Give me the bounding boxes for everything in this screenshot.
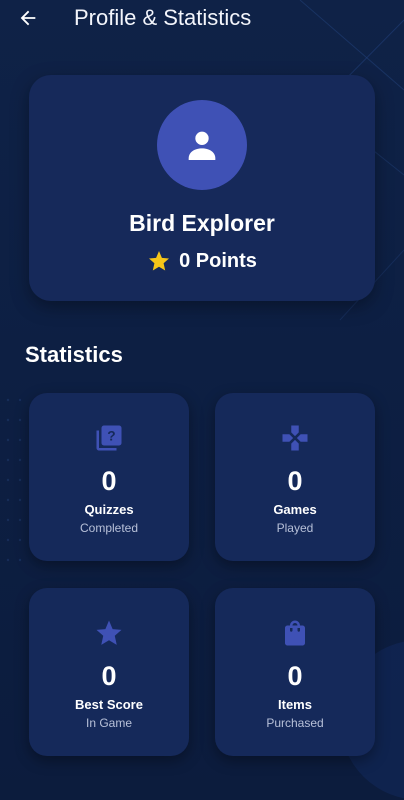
statistics-heading: Statistics xyxy=(25,342,123,367)
page-title: Profile & Statistics xyxy=(74,5,252,30)
arrow-left-icon xyxy=(20,10,36,26)
stat-card-items: 0 Items Purchased xyxy=(215,588,375,756)
stat-label: Quizzes xyxy=(84,502,134,517)
stat-value: 0 xyxy=(287,466,303,496)
app-header: Profile & Statistics xyxy=(0,0,404,36)
svg-text:?: ? xyxy=(107,429,115,444)
stat-card-quizzes: ? 0 Quizzes Completed xyxy=(29,393,189,561)
profile-name: Bird Explorer xyxy=(129,210,275,236)
stat-value: 0 xyxy=(101,466,117,496)
avatar xyxy=(157,100,247,190)
profile-card: Bird Explorer 0 Points xyxy=(29,75,375,301)
gamepad-icon xyxy=(282,425,308,451)
stat-sublabel: Played xyxy=(276,521,314,535)
star-icon xyxy=(96,620,122,645)
stat-label: Best Score xyxy=(75,697,143,712)
stat-card-games: 0 Games Played xyxy=(215,393,375,561)
stat-sublabel: Completed xyxy=(79,521,139,535)
stat-value: 0 xyxy=(101,661,117,691)
stat-label: Games xyxy=(273,502,317,517)
stat-label: Items xyxy=(278,697,312,712)
shopping-bag-icon xyxy=(285,620,305,646)
person-icon xyxy=(188,131,216,160)
back-button[interactable] xyxy=(14,4,42,32)
star-icon xyxy=(149,251,170,271)
stat-sublabel: In Game xyxy=(85,716,133,730)
quiz-icon: ? xyxy=(96,425,122,451)
stat-value: 0 xyxy=(287,661,303,691)
points-text: 0 Points xyxy=(179,250,257,272)
stat-sublabel: Purchased xyxy=(266,716,324,730)
points-display: 0 Points xyxy=(29,248,375,274)
stat-card-best-score: 0 Best Score In Game xyxy=(29,588,189,756)
